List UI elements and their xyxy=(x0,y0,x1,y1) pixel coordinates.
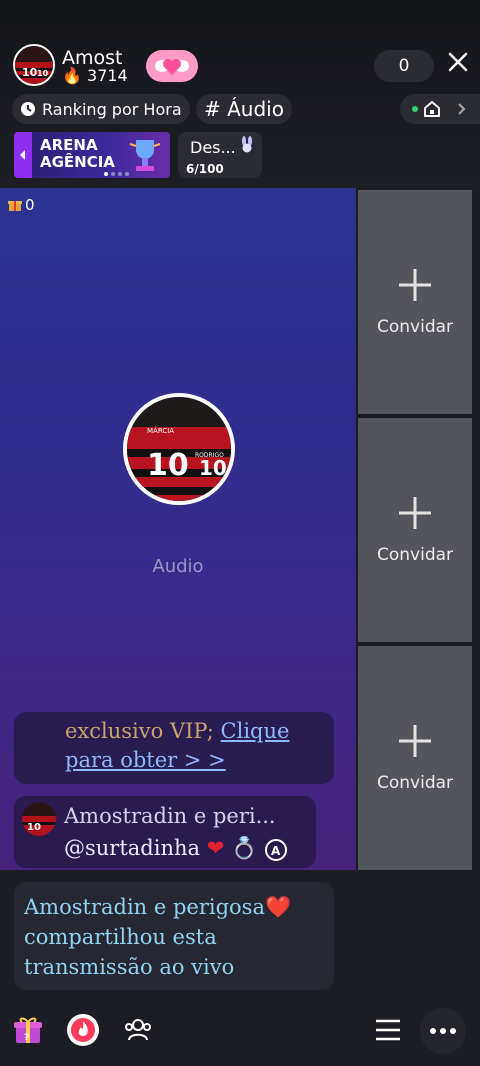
home-button[interactable] xyxy=(400,94,480,124)
follow-button[interactable] xyxy=(146,50,198,82)
host-score: 🔥 3714 xyxy=(62,66,128,86)
challenge-card[interactable]: Des... 6/100 xyxy=(178,132,262,178)
ranking-label: Ranking por Hora xyxy=(42,99,182,119)
message-author[interactable]: Amostradin e peri... xyxy=(64,804,276,828)
host-stage-avatar[interactable]: 10 10 MÁRCIA RODRIGO xyxy=(123,393,235,505)
svg-text:10: 10 xyxy=(199,456,227,480)
invite-seat-3[interactable]: Convidar xyxy=(358,646,472,870)
svg-text:10: 10 xyxy=(37,69,49,78)
trophy-icon xyxy=(129,140,161,171)
mention[interactable]: @surtadinha xyxy=(64,836,200,860)
bunny-icon xyxy=(242,136,252,153)
close-button[interactable] xyxy=(444,48,472,80)
ranking-button[interactable]: Ranking por Hora xyxy=(12,94,190,124)
tag-button[interactable]: # Áudio xyxy=(196,94,292,124)
invite-label: Convidar xyxy=(376,773,454,793)
close-icon xyxy=(448,52,468,72)
menu-icon xyxy=(376,1019,400,1041)
svg-text:10: 10 xyxy=(147,448,189,483)
arrow-left-icon xyxy=(20,150,25,160)
more-icon xyxy=(430,1028,456,1034)
message-avatar[interactable]: 10 xyxy=(22,802,56,836)
message-body: @surtadinha ❤ 💍 A xyxy=(64,836,288,862)
invite-label: Convidar xyxy=(376,545,454,565)
flame-icon: 🔥 xyxy=(62,66,82,85)
chat-message-vip: exclusivo VIP; Clique para obter > > xyxy=(14,712,334,784)
participants-button[interactable] xyxy=(118,1010,158,1050)
plus-icon xyxy=(399,269,431,301)
gift-icon: ? xyxy=(14,1017,42,1043)
gift-button[interactable]: ? xyxy=(8,1010,48,1050)
svg-text:RODRIGO: RODRIGO xyxy=(195,452,224,459)
challenge-label: Des... xyxy=(190,138,236,157)
fire-button[interactable] xyxy=(63,1010,103,1050)
people-icon xyxy=(125,1019,151,1041)
share-text: Amostradin e perigosa❤️ compartilhou est… xyxy=(24,895,292,979)
ring-icon: 💍 xyxy=(231,836,258,860)
banner-pagination xyxy=(104,172,129,176)
svg-text:10: 10 xyxy=(27,822,41,833)
chat-message: 10 Amostradin e peri... @surtadinha ❤ 💍 … xyxy=(14,796,316,868)
level-badge-icon: A xyxy=(264,838,287,861)
fire-icon xyxy=(67,1014,99,1046)
arena-side-tab[interactable] xyxy=(14,132,32,178)
svg-text:MÁRCIA: MÁRCIA xyxy=(147,426,174,435)
host-avatar[interactable]: 10 10 xyxy=(13,44,55,86)
invite-seat-2[interactable]: Convidar xyxy=(358,418,472,642)
gift-count: 0 xyxy=(25,196,35,214)
svg-text:10: 10 xyxy=(22,66,38,79)
clock-icon xyxy=(21,102,35,116)
gift-counter[interactable]: 0 xyxy=(8,196,35,214)
online-dot xyxy=(412,106,418,112)
host-score-value: 3714 xyxy=(87,66,128,85)
menu-button[interactable] xyxy=(368,1010,408,1050)
more-button[interactable] xyxy=(420,1008,466,1054)
heart-icon: ❤ xyxy=(206,836,225,860)
vip-prefix: exclusivo VIP; xyxy=(65,719,221,743)
home-icon xyxy=(424,101,440,117)
plus-icon xyxy=(399,497,431,529)
chat-message-share: Amostradin e perigosa❤️ compartilhou est… xyxy=(14,882,334,990)
vip-text: exclusivo VIP; Clique para obter > > xyxy=(65,717,335,775)
arena-title-line1: ARENA xyxy=(40,136,98,154)
arena-banner[interactable]: ARENA AGÊNCIA xyxy=(14,132,170,178)
viewer-count[interactable]: 0 xyxy=(374,50,434,82)
chevron-right-icon xyxy=(458,103,466,115)
invite-seat-1[interactable]: Convidar xyxy=(358,190,472,414)
challenge-progress: 6/100 xyxy=(186,162,224,176)
heart-wings-icon xyxy=(155,59,189,75)
arena-title: ARENA AGÊNCIA xyxy=(40,137,115,171)
tag-label: # Áudio xyxy=(204,97,284,121)
svg-text:A: A xyxy=(271,844,281,858)
invite-label: Convidar xyxy=(376,317,454,337)
plus-icon xyxy=(399,725,431,757)
stage-label: Audio xyxy=(152,556,204,577)
svg-text:?: ? xyxy=(24,1033,29,1043)
gift-small-icon xyxy=(8,201,22,211)
arena-title-line2: AGÊNCIA xyxy=(40,153,115,171)
